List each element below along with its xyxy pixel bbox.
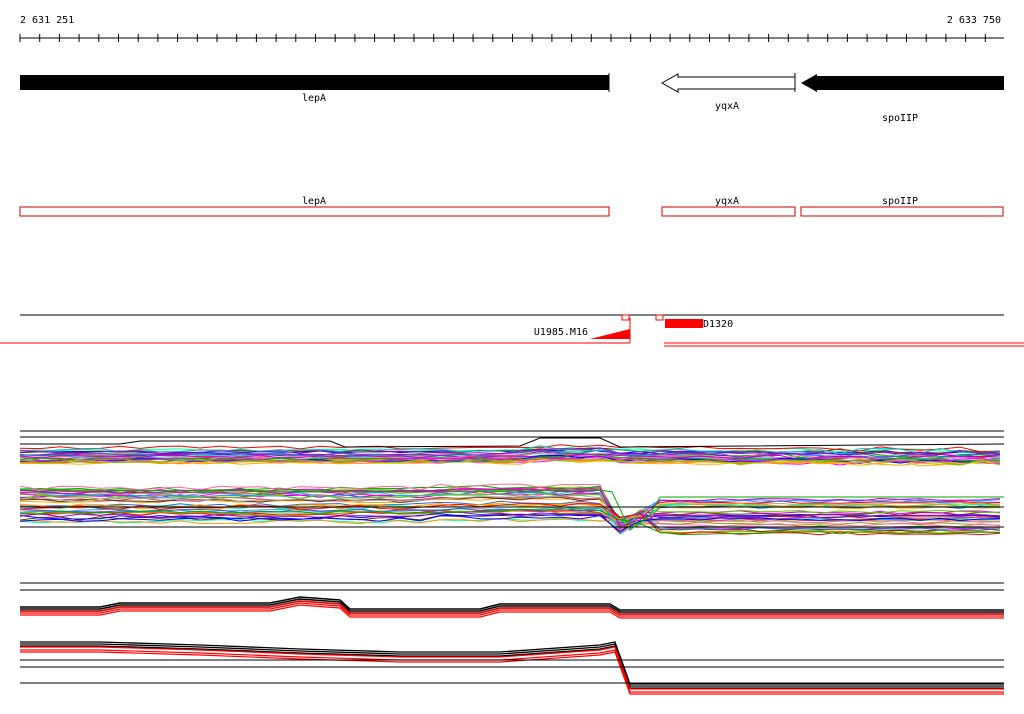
- cds-label-yqxA[interactable]: yqxA: [715, 196, 739, 207]
- feature-marker: [621, 314, 630, 321]
- cds-box-yqxA[interactable]: [661, 206, 796, 217]
- gene-label-lepA[interactable]: lepA: [302, 93, 326, 104]
- cds-box-spoIIP[interactable]: [800, 206, 1004, 217]
- feature-track: U1985.M16 D1320: [0, 314, 1024, 347]
- feature-label-U1985.M16[interactable]: U1985.M16: [534, 327, 588, 338]
- gene-arrow-spoIIP[interactable]: [801, 74, 1004, 92]
- cds-box-lepA[interactable]: [19, 206, 610, 217]
- feature-marker: [655, 314, 664, 321]
- profile-trace: [20, 437, 1005, 448]
- cds-track: lepA yqxA spoIIP: [19, 196, 1004, 217]
- gene-arrow-lepA[interactable]: [20, 75, 609, 90]
- cds-label-spoIIP[interactable]: spoIIP: [882, 196, 918, 207]
- gene-arrow-yqxA[interactable]: [660, 73, 796, 93]
- profile-trace: [20, 643, 1004, 687]
- genome-browser-canvas: 2 631 251 2 633 750 lepA yqxA spoIIP lep…: [0, 15, 1024, 695]
- coordinate-ruler: 2 631 251 2 633 750: [19, 15, 1004, 42]
- ruler-start-label: 2 631 251: [20, 15, 74, 26]
- profile-traces-upper: [19, 430, 1005, 536]
- profile-traces-lower: [20, 582, 1004, 695]
- gene-label-yqxA[interactable]: yqxA: [715, 101, 739, 112]
- gene-label-spoIIP[interactable]: spoIIP: [882, 113, 918, 124]
- cds-label-lepA[interactable]: lepA: [302, 196, 326, 207]
- feature-ramp-U1985.M16[interactable]: [590, 329, 630, 339]
- feature-block-D1320[interactable]: [665, 319, 703, 328]
- ruler-end-label: 2 633 750: [947, 15, 1001, 26]
- gene-track: lepA yqxA spoIIP: [20, 73, 1004, 124]
- feature-label-D1320[interactable]: D1320: [703, 319, 733, 330]
